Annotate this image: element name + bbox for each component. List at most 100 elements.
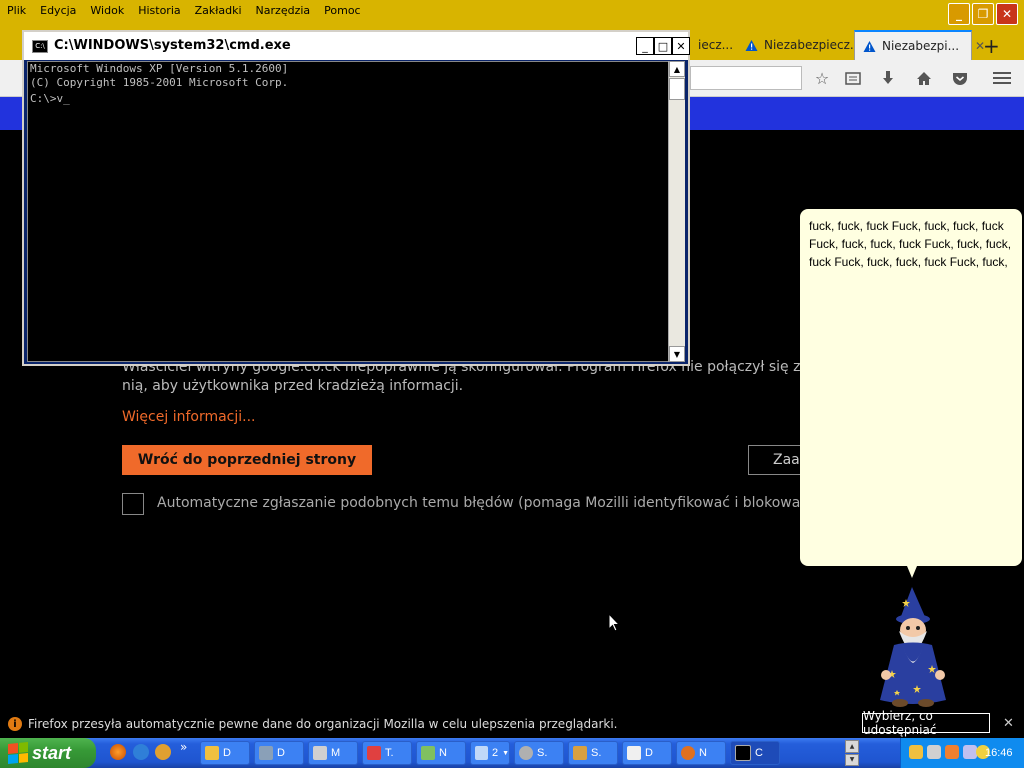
chevron-down-icon: ▼ <box>502 749 509 757</box>
taskbar-item-label: N <box>699 747 707 759</box>
taskbar-item-2[interactable]: D <box>254 741 304 765</box>
taskbar-item-cmd[interactable]: C <box>730 741 780 765</box>
app-icon <box>313 746 327 760</box>
assistant-speech-bubble: fuck, fuck, fuck Fuck, fuck, fuck, fuck … <box>800 209 1022 566</box>
app-icon <box>259 746 273 760</box>
cmd-title: C:\WINDOWS\system32\cmd.exe <box>54 38 291 53</box>
scroll-up-icon[interactable]: ▲ <box>669 61 685 77</box>
taskbar-item-label: 2 <box>491 747 499 759</box>
cmd-icon: C:\ <box>32 40 48 53</box>
advanced-button[interactable]: Zaaw <box>748 445 811 475</box>
tray-app-icon[interactable] <box>963 745 977 759</box>
notification-text: Firefox przesyła automatycznie pewne dan… <box>28 717 618 731</box>
menu-bookmarks[interactable]: Zakładki <box>188 0 249 22</box>
taskbar-item-label: D <box>277 747 285 759</box>
library-icon[interactable] <box>843 68 863 88</box>
document-icon <box>627 746 641 760</box>
tab-2[interactable]: Niezabezpiecz... <box>737 30 861 60</box>
scroll-thumb[interactable] <box>669 78 685 100</box>
close-button[interactable]: ✕ <box>996 3 1018 25</box>
more-info-link[interactable]: Więcej informacji... <box>122 409 256 425</box>
quicklaunch-firefox-icon[interactable] <box>155 744 171 760</box>
taskbar-item-5[interactable]: N <box>416 741 466 765</box>
taskbar-item-label: N <box>439 747 447 759</box>
firefox-icon <box>681 746 695 760</box>
taskbar-item-8[interactable]: S. <box>568 741 618 765</box>
search-input[interactable] <box>690 66 802 90</box>
scroll-down-icon[interactable]: ▼ <box>669 346 685 362</box>
menu-tools[interactable]: Narzędzia <box>249 0 318 22</box>
cmd-scrollbar[interactable]: ▲ ▼ <box>668 61 685 362</box>
windows-logo-icon <box>8 741 28 765</box>
quicklaunch-chrome-icon[interactable] <box>110 744 126 760</box>
app-icon <box>421 746 435 760</box>
cmd-prompt: C:\>v_ <box>30 92 70 105</box>
taskbar-item-3[interactable]: M <box>308 741 358 765</box>
clock[interactable]: 16:46 <box>985 747 1013 759</box>
tab-1[interactable]: iecz... <box>690 30 735 60</box>
heart-icon <box>367 746 381 760</box>
warning-icon <box>745 39 758 52</box>
taskbar-item-label: D <box>645 747 653 759</box>
hamburger-menu-icon[interactable] <box>992 68 1012 88</box>
bubble-text: fuck, fuck, fuck Fuck, fuck, fuck, fuck … <box>809 219 1012 269</box>
taskbar-item-label: C <box>755 747 763 759</box>
info-icon: i <box>8 717 22 731</box>
cmd-minimize-button[interactable]: _ <box>636 37 654 55</box>
menu-edit[interactable]: Edycja <box>33 0 83 22</box>
menu-file[interactable]: Plik <box>0 0 33 22</box>
mouse-cursor-icon <box>608 612 621 637</box>
menu-history[interactable]: Historia <box>131 0 187 22</box>
tray-app-icon[interactable] <box>909 745 923 759</box>
taskbar-group-item[interactable]: 2 ▼ <box>470 741 510 765</box>
cmd-maximize-button[interactable]: □ <box>654 37 672 55</box>
quicklaunch-overflow-icon[interactable]: » <box>180 740 187 754</box>
report-errors-checkbox[interactable] <box>122 493 144 515</box>
taskbar-item-7[interactable]: S. <box>514 741 564 765</box>
notification-close-icon[interactable]: ✕ <box>1003 716 1014 731</box>
cmd-window[interactable]: C:\ C:\WINDOWS\system32\cmd.exe _ □ ✕ Mi… <box>22 30 690 366</box>
chevron-down-icon[interactable]: ▼ <box>845 753 859 766</box>
quicklaunch-ie-icon[interactable] <box>133 744 149 760</box>
bookmark-star-icon[interactable]: ☆ <box>812 68 832 88</box>
keyboard-icon <box>475 746 488 760</box>
start-button[interactable]: start <box>0 738 96 768</box>
taskbar-scroll[interactable]: ▲ ▼ <box>845 740 859 766</box>
choose-sharing-button[interactable]: Wybierz, co udostępniać <box>862 709 990 737</box>
cmd-line-1: Microsoft Windows XP [Version 5.1.2600] <box>30 62 289 75</box>
home-icon[interactable] <box>914 68 934 88</box>
firefox-titlebar: Plik Edycja Widok Historia Zakładki Narz… <box>0 0 1024 30</box>
taskbar-item-1[interactable]: D <box>200 741 250 765</box>
report-errors-label: Automatyczne zgłaszanie podobnych temu b… <box>157 495 802 511</box>
cmd-line-2: (C) Copyright 1985-2001 Microsoft Corp. <box>30 76 289 89</box>
go-back-button[interactable]: Wróć do poprzedniej strony <box>122 445 372 475</box>
taskbar-item-label: S. <box>537 747 548 759</box>
tray-app-icon[interactable] <box>945 745 959 759</box>
folder-icon <box>205 746 219 760</box>
new-tab-button[interactable]: + <box>983 34 1000 58</box>
taskbar-item-label: T. <box>385 747 394 759</box>
cmd-titlebar[interactable]: C:\ C:\WINDOWS\system32\cmd.exe _ □ ✕ <box>24 32 690 60</box>
download-icon[interactable] <box>878 68 898 88</box>
taskbar-item-9[interactable]: D <box>622 741 672 765</box>
menu-view[interactable]: Widok <box>83 0 131 22</box>
minimize-button[interactable]: _ <box>948 3 970 25</box>
tab-label: Niezabezpi... <box>882 39 960 53</box>
tab-label: iecz... <box>698 38 734 52</box>
cmd-console[interactable]: Microsoft Windows XP [Version 5.1.2600] … <box>27 61 669 362</box>
tray-app-icon[interactable] <box>927 745 941 759</box>
restore-button[interactable]: ❐ <box>972 3 994 25</box>
menubar: Plik Edycja Widok Historia Zakładki Narz… <box>0 0 368 22</box>
pocket-icon[interactable] <box>950 68 970 88</box>
chevron-up-icon[interactable]: ▲ <box>845 740 859 753</box>
wizard-assistant-icon[interactable] <box>872 585 952 710</box>
data-sharing-notification: i Firefox przesyła automatycznie pewne d… <box>0 709 1024 738</box>
taskbar-item-firefox[interactable]: N <box>676 741 726 765</box>
taskbar-item-4[interactable]: T. <box>362 741 412 765</box>
taskbar-item-label: S. <box>591 747 602 759</box>
window-controls: _ ❐ ✕ <box>948 3 1018 25</box>
start-label: start <box>32 742 72 763</box>
menu-help[interactable]: Pomoc <box>317 0 367 22</box>
cmd-close-button[interactable]: ✕ <box>672 37 690 55</box>
tab-3-active[interactable]: Niezabezpi... ✕ <box>854 30 985 60</box>
